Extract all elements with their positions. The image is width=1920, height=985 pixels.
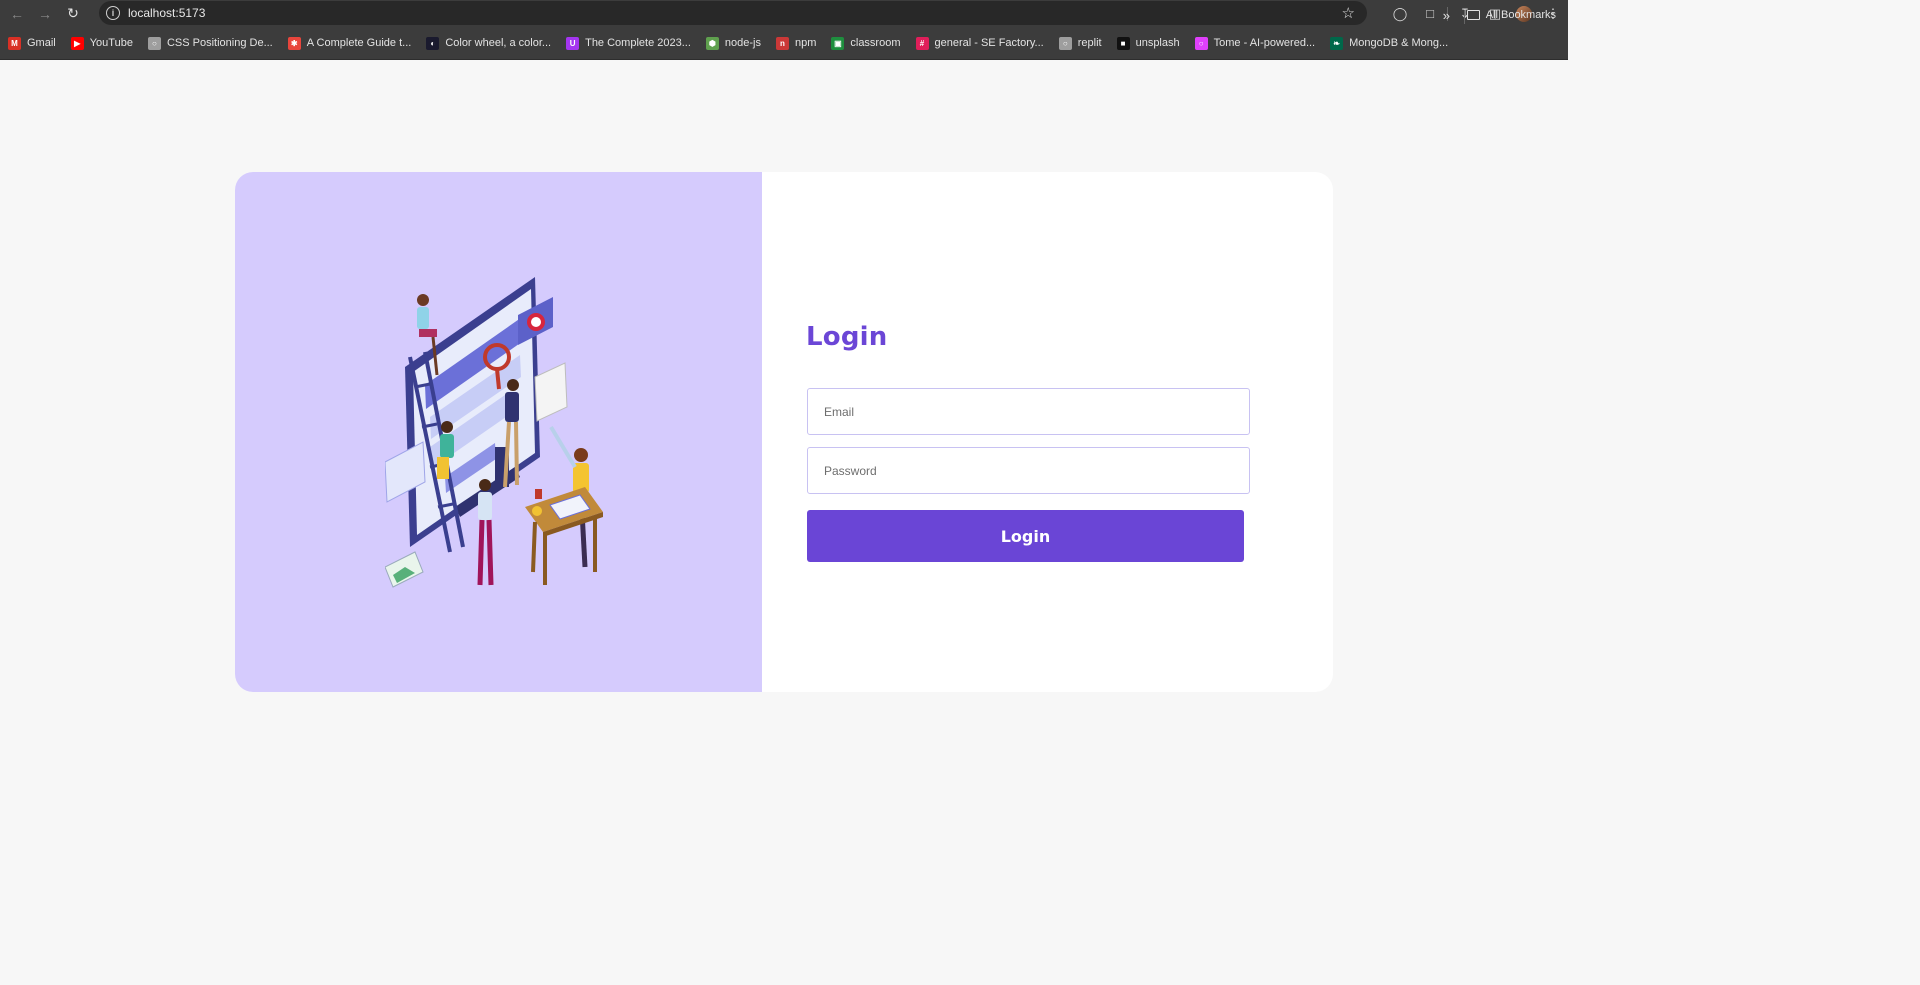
email-input[interactable] <box>807 388 1250 435</box>
bookmark-label: node-js <box>724 37 761 49</box>
npm-icon: n <box>775 36 789 50</box>
extensions-puzzle-icon[interactable]: □ <box>1415 0 1445 27</box>
bookmark-label: YouTube <box>89 37 133 49</box>
folder-icon <box>1466 10 1480 20</box>
bookmark-label: CSS Positioning De... <box>166 37 273 49</box>
udemy-icon: U <box>566 36 580 50</box>
extension-circle-icon[interactable]: ◯ <box>1385 0 1415 27</box>
forward-icon[interactable]: → <box>34 3 56 25</box>
adobe-color-icon: ◐ <box>426 36 440 50</box>
bookmark-item[interactable]: ○ CSS Positioning De... <box>140 36 280 50</box>
globe-icon: ○ <box>147 36 161 50</box>
login-card: Login Login <box>235 172 1333 692</box>
site-info-icon[interactable]: i <box>106 6 120 20</box>
chevron-double-right-icon[interactable]: » <box>1443 8 1450 23</box>
bookmarks-divider <box>1464 10 1465 24</box>
illustration-panel <box>235 172 762 692</box>
slack-icon: # <box>915 36 929 50</box>
bookmark-label: Color wheel, a color... <box>445 37 552 49</box>
bookmarks-bar: M Gmail ▶ YouTube ○ CSS Positioning De... ✱ A C… <box>0 27 1568 60</box>
youtube-icon: ▶ <box>70 36 84 50</box>
unsplash-icon: ■ <box>1116 36 1130 50</box>
classroom-icon: ▣ <box>831 36 845 50</box>
bookmark-label: npm <box>794 37 817 49</box>
bookmark-item[interactable]: ○ Tome - AI-powered... <box>1187 36 1323 50</box>
team-website-illustration <box>385 277 603 588</box>
tome-icon: ○ <box>1194 36 1208 50</box>
password-input[interactable] <box>807 447 1250 494</box>
bookmark-label: general - SE Factory... <box>934 37 1044 49</box>
mongodb-icon: ❧ <box>1330 36 1344 50</box>
bookmark-item[interactable]: ✱ A Complete Guide t... <box>280 36 419 50</box>
bookmark-item[interactable]: ○ replit <box>1051 36 1109 50</box>
bookmark-label: unsplash <box>1135 37 1180 49</box>
bookmark-item[interactable]: U The Complete 2023... <box>558 36 698 50</box>
bookmark-label: replit <box>1077 37 1102 49</box>
address-bar[interactable]: i localhost:5173 ☆ <box>99 1 1367 25</box>
asterisk-icon: ✱ <box>287 36 301 50</box>
bookmark-item[interactable]: ▶ YouTube <box>63 36 140 50</box>
bookmark-label: classroom <box>850 37 901 49</box>
reload-icon[interactable]: ↻ <box>62 3 84 25</box>
login-form-panel: Login Login <box>762 172 1333 692</box>
all-bookmarks-button[interactable]: All Bookmarks <box>1466 9 1556 21</box>
gmail-icon: M <box>8 36 21 50</box>
bookmark-label: A Complete Guide t... <box>306 37 412 49</box>
bookmark-item[interactable]: ⬢ node-js <box>698 36 768 50</box>
url-text[interactable]: localhost:5173 <box>128 6 205 20</box>
login-title: Login <box>806 322 888 352</box>
bookmark-item[interactable]: ▣ classroom <box>823 36 907 50</box>
nodejs-icon: ⬢ <box>705 36 719 50</box>
bookmark-label: MongoDB & Mong... <box>1349 37 1449 49</box>
bookmark-label: Tome - AI-powered... <box>1213 37 1316 49</box>
bookmark-item[interactable]: M Gmail <box>0 36 63 50</box>
globe-icon: ○ <box>1058 36 1072 50</box>
all-bookmarks-label: All Bookmarks <box>1485 9 1556 21</box>
bookmark-item[interactable]: ❧ MongoDB & Mong... <box>1322 36 1455 50</box>
bookmark-label: Gmail <box>27 37 56 49</box>
bookmark-item[interactable]: n npm <box>768 36 823 50</box>
bookmark-item[interactable]: ■ unsplash <box>1109 36 1187 50</box>
login-button[interactable]: Login <box>807 510 1244 562</box>
bookmark-star-icon[interactable]: ☆ <box>1342 4 1355 22</box>
bookmark-item[interactable]: # general - SE Factory... <box>908 36 1051 50</box>
browser-toolbar: ← → ↻ i localhost:5173 ☆ ◯ □ ↧ ◫ ⋮ <box>0 0 1568 27</box>
bookmark-item[interactable]: ◐ Color wheel, a color... <box>418 36 558 50</box>
back-icon[interactable]: ← <box>6 3 28 25</box>
bookmark-label: The Complete 2023... <box>585 37 691 49</box>
